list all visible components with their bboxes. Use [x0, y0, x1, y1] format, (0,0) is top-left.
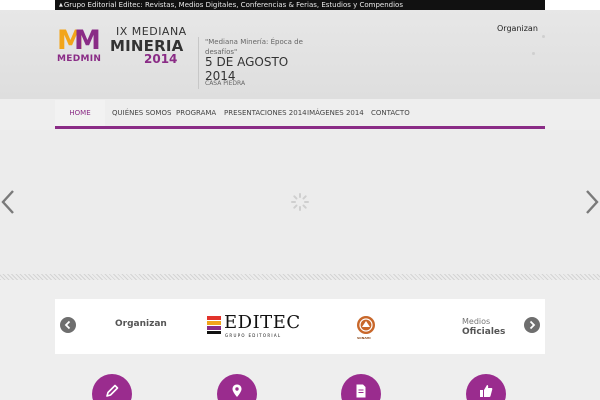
medios-oficiales-label: Medios Oficiales	[462, 317, 506, 337]
logo-mark: M M	[57, 25, 101, 56]
event-tagline: "Mediana Minería: Época de desafíos"	[205, 38, 303, 56]
editec-subtitle: GRUPO EDITORIAL	[225, 333, 282, 338]
feature-pencil[interactable]	[92, 374, 132, 400]
chevron-left-icon	[64, 320, 71, 330]
pencil-icon	[106, 384, 119, 397]
editec-logo[interactable]: EDITEC GRUPO EDITORIAL	[207, 312, 302, 340]
feature-document[interactable]	[341, 374, 381, 400]
nav-programa[interactable]: PROGRAMA	[176, 100, 216, 126]
carousel-next-button[interactable]	[524, 317, 540, 333]
nav-quienes-somos[interactable]: QUIÉNES SOMOS	[112, 100, 171, 126]
event-venue: CASA PIEDRA	[205, 80, 246, 87]
sonami-name: SONAMI	[357, 336, 371, 340]
logo-medmin: MEDMIN	[57, 54, 102, 64]
editec-name: EDITEC	[224, 312, 301, 333]
nav-contacto[interactable]: CONTACTO	[371, 100, 410, 126]
top-bar-text: Grupo Editorial Editec: Revistas, Medios…	[63, 1, 403, 9]
header-divider	[198, 37, 199, 89]
header-dot	[532, 52, 535, 55]
thumbs-up-icon	[480, 385, 493, 397]
nav-home[interactable]: HOME	[55, 100, 105, 126]
chevron-right-icon	[529, 320, 536, 330]
triangle-up-icon: ▲	[59, 2, 63, 8]
map-pin-icon	[232, 384, 242, 397]
spinner-icon	[291, 193, 309, 211]
header-dot	[542, 35, 545, 38]
header-organizan-label: Organizan	[497, 24, 538, 33]
section-separator	[0, 274, 600, 280]
feature-location[interactable]	[217, 374, 257, 400]
event-date: 5 DE AGOSTO 2014	[205, 55, 289, 83]
nav-underline	[55, 126, 545, 129]
nav-presentaciones[interactable]: PRESENTACIONES 2014	[224, 100, 307, 126]
sonami-logo[interactable]: SONAMI	[353, 315, 379, 341]
site-logo[interactable]: M M MEDMIN IX MEDIANA MINERIA 2014	[57, 26, 197, 68]
chevron-left-icon[interactable]	[0, 188, 16, 216]
chevron-right-icon[interactable]	[584, 188, 600, 216]
nav-imagenes[interactable]: IMÁGENES 2014	[307, 100, 364, 126]
feature-like[interactable]	[466, 374, 506, 400]
document-icon	[356, 384, 366, 398]
logo-year: 2014	[144, 52, 178, 66]
top-bar-link[interactable]: ▲Grupo Editorial Editec: Revistas, Medio…	[59, 0, 403, 10]
partners-carousel: Organizan EDITEC GRUPO EDITORIAL SONAMI …	[55, 299, 545, 354]
sonami-emblem-icon	[357, 316, 375, 334]
partners-organizan-label: Organizan	[115, 319, 167, 329]
carousel-prev-button[interactable]	[60, 317, 76, 333]
editec-emblem-icon	[207, 316, 221, 334]
